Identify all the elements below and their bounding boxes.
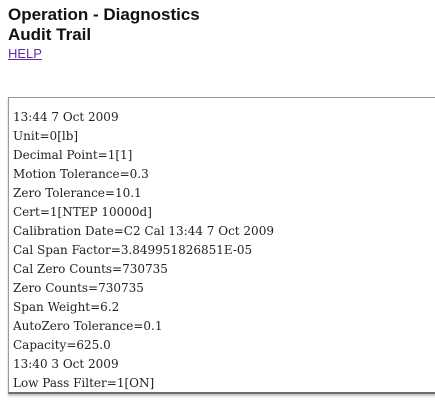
page-header: Operation - Diagnostics Audit Trail HELP bbox=[8, 5, 200, 63]
log-line: Capacity=625.0 bbox=[13, 338, 111, 352]
log-line: Cal Span Factor=3.849951826851E-05 bbox=[13, 243, 253, 257]
log-line: Cal Zero Counts=730735 bbox=[13, 262, 168, 276]
log-line: Zero Counts=730735 bbox=[13, 281, 144, 295]
page-title: Operation - Diagnostics bbox=[8, 5, 200, 24]
log-line: Span Weight=6.2 bbox=[13, 300, 120, 314]
log-line: 13:44 7 Oct 2009 bbox=[13, 110, 119, 124]
log-line: Motion Tolerance=0.3 bbox=[13, 167, 149, 181]
log-line: AutoZero Tolerance=0.1 bbox=[13, 319, 163, 333]
help-link[interactable]: HELP bbox=[8, 46, 42, 61]
log-line: Decimal Point=1[1] bbox=[13, 148, 133, 162]
page-subtitle: Audit Trail bbox=[8, 25, 92, 44]
audit-trail-log[interactable]: 13:44 7 Oct 2009 Unit=0[lb] Decimal Poin… bbox=[8, 97, 435, 394]
log-line: Unit=0[lb] bbox=[13, 129, 79, 143]
log-line: 13:40 3 Oct 2009 bbox=[13, 357, 119, 371]
log-line: Calibration Date=C2 Cal 13:44 7 Oct 2009 bbox=[13, 224, 274, 238]
log-line: Low Pass Filter=1[ON] bbox=[13, 376, 155, 390]
log-line: Zero Tolerance=10.1 bbox=[13, 186, 142, 200]
log-line: Cert=1[NTEP 10000d] bbox=[13, 205, 152, 219]
